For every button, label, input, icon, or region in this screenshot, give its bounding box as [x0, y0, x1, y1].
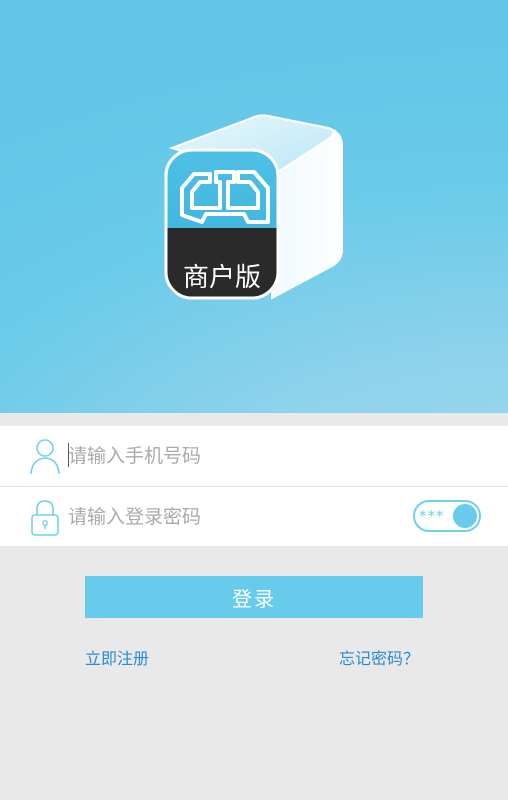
register-link[interactable]: 立即注册 [85, 645, 149, 669]
phone-input[interactable] [68, 440, 398, 472]
password-input[interactable] [68, 501, 398, 533]
logo-badge-text: 商户版 [183, 263, 261, 293]
lock-icon [31, 500, 59, 536]
login-button[interactable]: 登录 [85, 576, 423, 618]
password-visibility-toggle[interactable]: *** [413, 500, 481, 532]
user-icon [30, 439, 60, 475]
toggle-knob [453, 504, 477, 528]
app-logo: 商户版 [164, 114, 343, 300]
hero-banner: 商户版 [0, 0, 508, 413]
forgot-password-link[interactable]: 忘记密码？ [339, 645, 419, 669]
toggle-stars-label: *** [419, 507, 445, 525]
phone-row [0, 426, 508, 486]
